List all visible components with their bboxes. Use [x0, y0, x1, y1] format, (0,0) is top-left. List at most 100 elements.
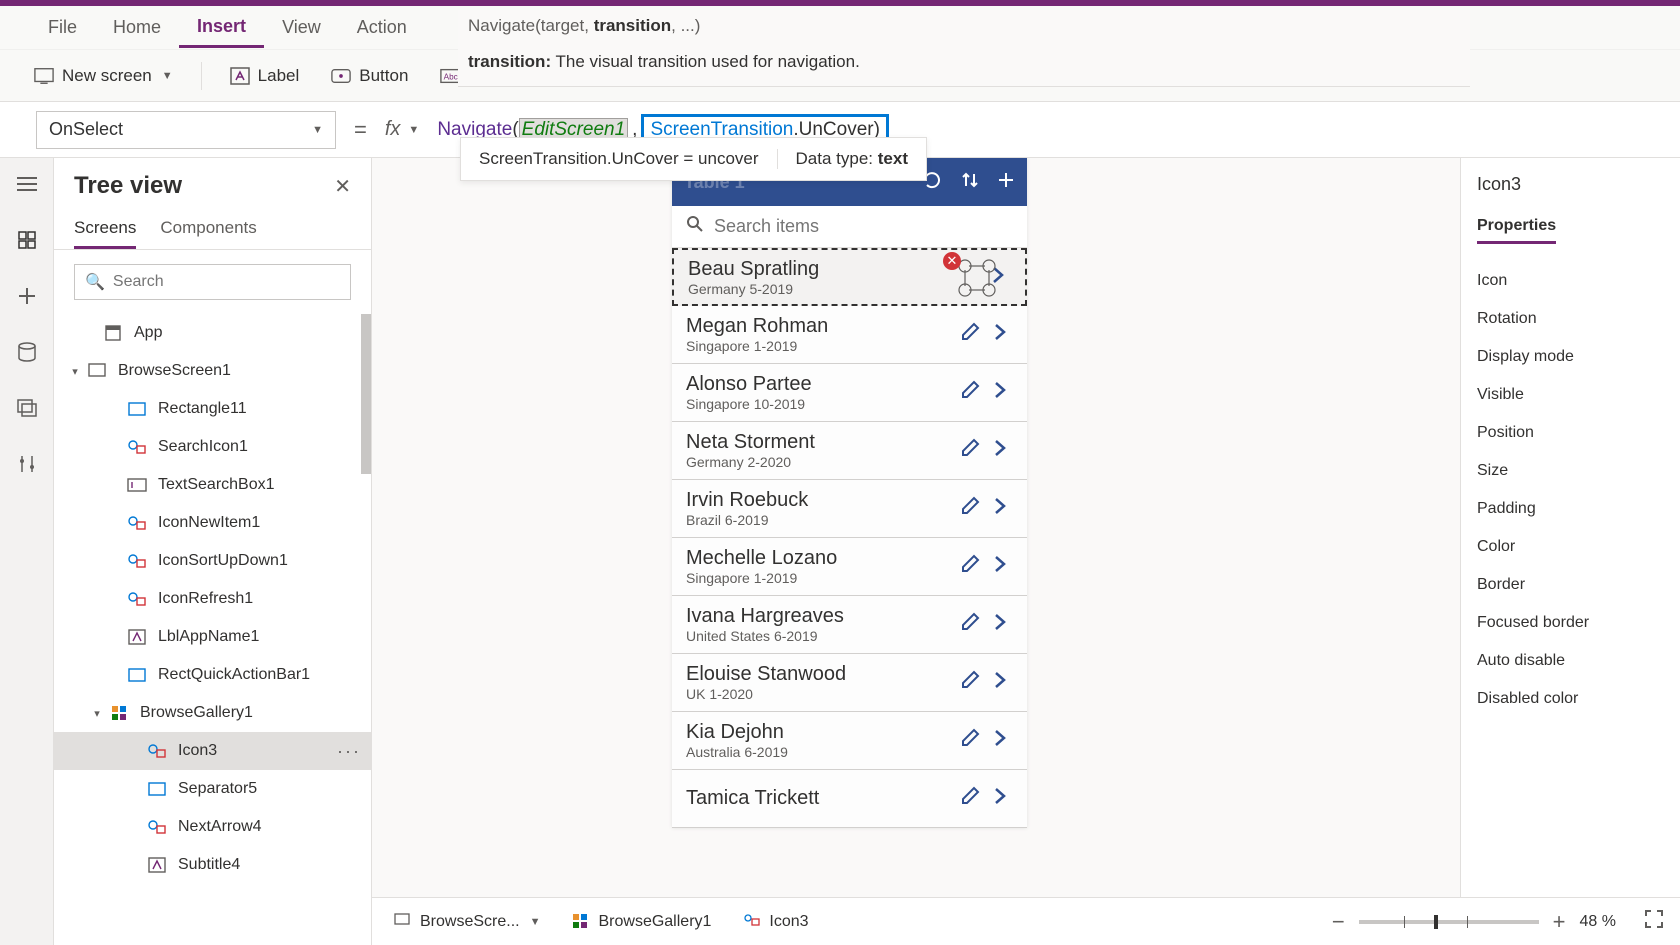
more-icon[interactable]: ··· — [337, 741, 361, 762]
edit-icon[interactable] — [953, 785, 987, 812]
property-row[interactable]: Focused border — [1477, 604, 1680, 642]
list-item[interactable]: Neta StormentGermany 2-2020 — [672, 422, 1027, 480]
add-icon[interactable] — [15, 284, 39, 308]
eval-result: ScreenTransition.UnCover = uncover — [461, 149, 778, 169]
zoom-out-icon[interactable]: − — [1332, 909, 1345, 935]
tree-item[interactable]: IconNewItem1 — [54, 504, 371, 542]
property-row[interactable]: Display mode — [1477, 338, 1680, 376]
label-button[interactable]: Label — [226, 60, 304, 92]
tree-search-input[interactable] — [113, 273, 340, 291]
tree-item[interactable]: LblAppName1 — [54, 618, 371, 656]
next-arrow-icon[interactable] — [987, 554, 1013, 579]
app-icon — [102, 322, 124, 344]
props-tab[interactable]: Properties — [1477, 211, 1556, 244]
tree-item[interactable]: Icon3··· — [54, 732, 371, 770]
close-icon[interactable]: ✕ — [334, 174, 351, 199]
menu-action[interactable]: Action — [339, 9, 425, 46]
tools-icon[interactable] — [15, 452, 39, 476]
tree-view-icon[interactable] — [15, 228, 39, 252]
list-item[interactable]: Alonso ParteeSingapore 10-2019 — [672, 364, 1027, 422]
bc-gallery[interactable]: BrowseGallery1 — [566, 909, 717, 935]
property-row[interactable]: Border — [1477, 566, 1680, 604]
edit-icon[interactable] — [953, 321, 987, 348]
property-row[interactable]: Disabled color — [1477, 680, 1680, 718]
next-arrow-icon[interactable] — [987, 380, 1013, 405]
sort-icon[interactable] — [961, 171, 979, 194]
tree-item[interactable]: Rectangle11 — [54, 390, 371, 428]
next-arrow-icon[interactable] — [987, 786, 1013, 811]
next-arrow-icon[interactable] — [987, 496, 1013, 521]
menu-file[interactable]: File — [30, 9, 95, 46]
edit-icon[interactable] — [953, 379, 987, 406]
property-row[interactable]: Icon — [1477, 262, 1680, 300]
tree-search[interactable]: 🔍 — [74, 264, 351, 300]
tree-item[interactable]: App — [54, 314, 371, 352]
edit-icon[interactable] — [953, 495, 987, 522]
edit-icon[interactable] — [953, 669, 987, 696]
list-item[interactable]: Megan RohmanSingapore 1-2019 — [672, 306, 1027, 364]
tab-components[interactable]: Components — [160, 210, 256, 249]
new-screen-button[interactable]: New screen ▼ — [30, 60, 177, 92]
property-row[interactable]: Padding — [1477, 490, 1680, 528]
tree-item[interactable]: Separator5 — [54, 770, 371, 808]
tree-item-label: App — [134, 324, 162, 342]
property-row[interactable]: Size — [1477, 452, 1680, 490]
selection-handles: ✕ — [955, 256, 999, 305]
next-arrow-icon[interactable] — [987, 438, 1013, 463]
next-arrow-icon[interactable] — [987, 612, 1013, 637]
list-item[interactable]: Kia DejohnAustralia 6-2019 — [672, 712, 1027, 770]
hamburger-icon[interactable] — [15, 172, 39, 196]
data-icon[interactable] — [15, 340, 39, 364]
list-item[interactable]: Tamica Trickett — [672, 770, 1027, 828]
tree-item[interactable]: ▾BrowseGallery1 — [54, 694, 371, 732]
tree-item[interactable]: RectQuickActionBar1 — [54, 656, 371, 694]
edit-icon[interactable] — [953, 553, 987, 580]
tree-item[interactable]: Subtitle4 — [54, 846, 371, 884]
property-selector[interactable]: OnSelect ▼ — [36, 111, 336, 149]
list-item[interactable]: Beau SpratlingGermany 5-2019✕ — [672, 248, 1027, 306]
tree-item[interactable]: NextArrow4 — [54, 808, 371, 846]
property-row[interactable]: Color — [1477, 528, 1680, 566]
expander-icon[interactable]: ▾ — [68, 365, 82, 378]
list-item[interactable]: Irvin RoebuckBrazil 6-2019 — [672, 480, 1027, 538]
menu-home[interactable]: Home — [95, 9, 179, 46]
property-row[interactable]: Position — [1477, 414, 1680, 452]
phone-search-input[interactable] — [714, 216, 1013, 237]
button-button[interactable]: Button — [327, 60, 412, 92]
property-row[interactable]: Visible — [1477, 376, 1680, 414]
canvas[interactable]: Table 1 Beau SpratlingGermany 5-2019✕Meg… — [372, 158, 1460, 945]
property-row[interactable]: Rotation — [1477, 300, 1680, 338]
list-item[interactable]: Mechelle LozanoSingapore 1-2019 — [672, 538, 1027, 596]
phone-search[interactable] — [672, 206, 1027, 248]
edit-icon[interactable] — [953, 611, 987, 638]
scrollbar[interactable] — [361, 314, 371, 474]
property-row[interactable]: Auto disable — [1477, 642, 1680, 680]
search-icon — [686, 215, 704, 238]
zoom-in-icon[interactable]: + — [1553, 909, 1566, 935]
fx-icon[interactable]: fx ▼ — [385, 118, 419, 141]
zoom-slider[interactable] — [1359, 920, 1539, 924]
list-item[interactable]: Ivana HargreavesUnited States 6-2019 — [672, 596, 1027, 654]
add-icon[interactable] — [997, 171, 1015, 194]
tree-item[interactable]: IconRefresh1 — [54, 580, 371, 618]
fullscreen-icon[interactable] — [1644, 909, 1664, 934]
media-icon[interactable] — [15, 396, 39, 420]
edit-icon[interactable] — [953, 727, 987, 754]
tab-screens[interactable]: Screens — [74, 210, 136, 249]
list-item[interactable]: Elouise StanwoodUK 1-2020 — [672, 654, 1027, 712]
properties-pane: Icon3 Properties IconRotationDisplay mod… — [1460, 158, 1680, 945]
tree-item[interactable]: ▾BrowseScreen1 — [54, 352, 371, 390]
props-title: Icon3 — [1477, 174, 1680, 195]
bc-icon3[interactable]: Icon3 — [737, 909, 814, 935]
bc-screen[interactable]: BrowseScre... ▼ — [388, 909, 546, 935]
tree-item[interactable]: IconSortUpDown1 — [54, 542, 371, 580]
tree-item[interactable]: TextSearchBox1 — [54, 466, 371, 504]
tree-item[interactable]: SearchIcon1 — [54, 428, 371, 466]
menu-view[interactable]: View — [264, 9, 339, 46]
next-arrow-icon[interactable] — [987, 322, 1013, 347]
edit-icon[interactable] — [953, 437, 987, 464]
next-arrow-icon[interactable] — [987, 728, 1013, 753]
menu-insert[interactable]: Insert — [179, 8, 264, 48]
next-arrow-icon[interactable] — [987, 670, 1013, 695]
expander-icon[interactable]: ▾ — [90, 707, 104, 720]
